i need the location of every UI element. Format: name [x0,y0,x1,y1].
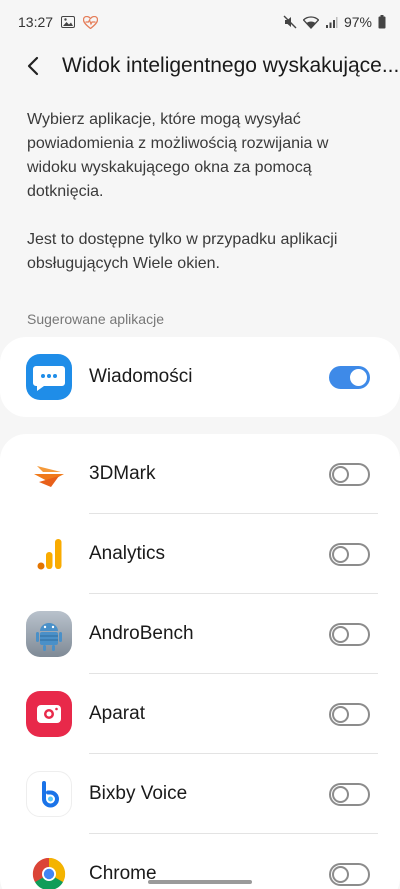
androbench-toggle[interactable] [329,622,370,646]
bixby-voice-toggle[interactable] [329,782,370,806]
messages-icon [26,354,72,400]
app-row-bixby-voice[interactable]: Bixby Voice [0,754,400,834]
apps-list-card: 3DMark Analytics AndroBench Aparat Bixby… [0,434,400,889]
bixby-icon [26,771,72,817]
toggle-knob [332,625,349,643]
signal-icon [325,16,338,29]
section-label-suggested: Sugerowane aplikacje [27,311,164,327]
mute-icon [283,15,297,29]
status-bar: 13:27 97% [0,0,400,44]
gallery-notification-icon [61,16,76,28]
wiadomosci-toggle[interactable] [329,365,370,389]
chrome-icon [26,851,72,889]
app-label: Chrome [89,863,157,884]
androbench-icon [26,611,72,657]
toggle-knob [332,865,349,883]
app-row-wiadomosci[interactable]: Wiadomości [0,337,400,417]
battery-percent: 97% [343,14,372,30]
toggle-knob [332,705,349,723]
app-label: Wiadomości [89,366,193,387]
app-row-androbench[interactable]: AndroBench [0,594,400,674]
chrome-toggle[interactable] [329,862,370,886]
3dmark-icon [26,451,72,497]
toggle-knob [332,545,349,563]
app-row-3dmark[interactable]: 3DMark [0,434,400,514]
status-time: 13:27 [18,14,54,30]
health-notification-icon [83,15,99,29]
analytics-toggle[interactable] [329,542,370,566]
app-bar: Widok inteligentnego wyskakujące... [0,44,400,88]
3dmark-toggle[interactable] [329,462,370,486]
description-paragraph-1: Wybierz aplikacje, które mogą wysyłać po… [27,111,329,200]
app-row-analytics[interactable]: Analytics [0,514,400,594]
analytics-icon [26,531,72,577]
app-row-aparat[interactable]: Aparat [0,674,400,754]
back-button[interactable] [14,46,54,86]
description-paragraph-2: Jest to dostępne tylko w przypadku aplik… [27,231,338,272]
camera-icon [26,691,72,737]
aparat-toggle[interactable] [329,702,370,726]
app-label: Aparat [89,703,145,724]
home-indicator[interactable] [148,880,252,884]
toggle-knob [332,785,349,803]
toggle-knob [332,465,349,483]
app-label: 3DMark [89,463,156,484]
description: Wybierz aplikacje, które mogą wysyłać po… [27,108,373,276]
battery-icon [378,15,386,29]
toggle-knob [350,368,367,386]
suggested-apps-card: Wiadomości [0,337,400,417]
back-arrow-icon [27,56,39,76]
app-label: AndroBench [89,623,194,644]
wifi-icon [302,15,319,29]
app-label: Bixby Voice [89,783,188,804]
page-title: Widok inteligentnego wyskakujące... [62,54,400,77]
app-label: Analytics [89,543,166,564]
